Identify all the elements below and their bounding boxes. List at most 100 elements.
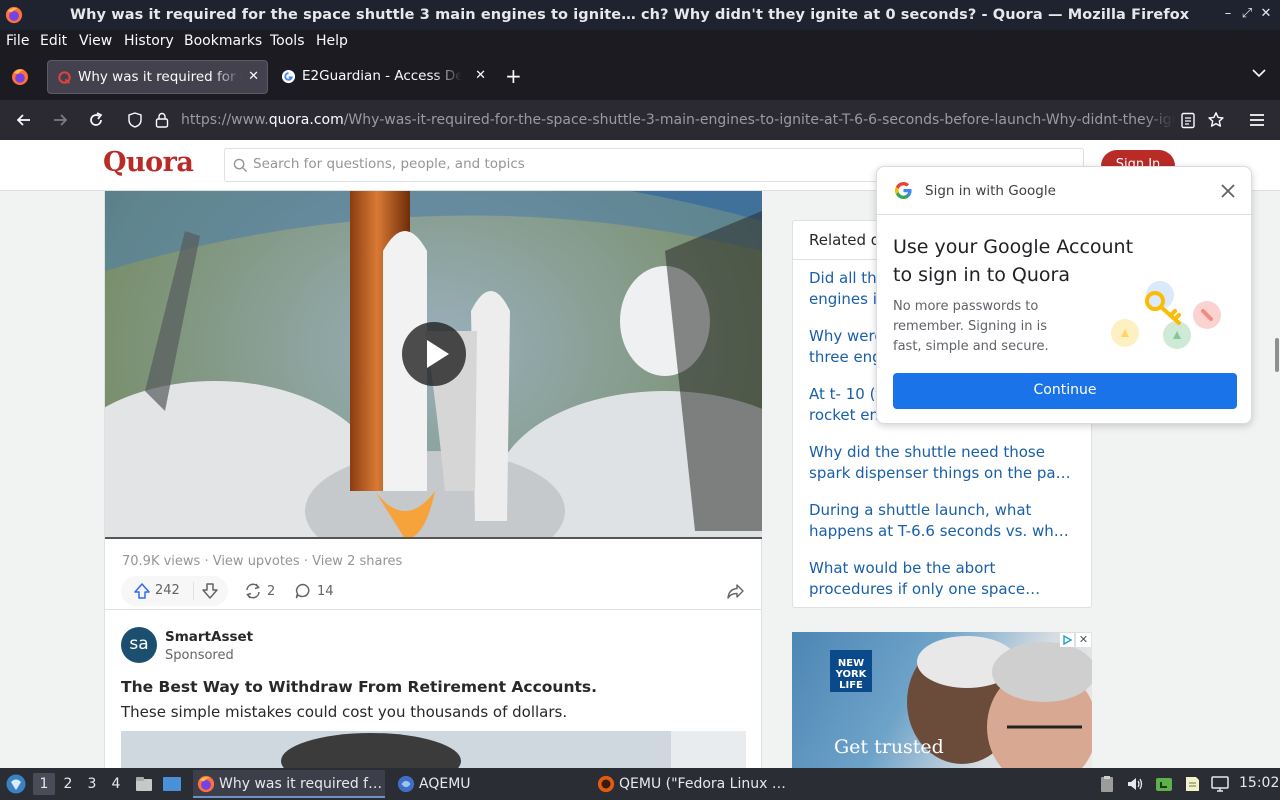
tab-quora[interactable]: Why was it required for the space shuttl… [47, 60, 268, 94]
url-domain: quora.com [268, 112, 344, 128]
menu-view[interactable]: View [79, 33, 112, 49]
video-progress-bar[interactable] [105, 537, 762, 539]
bookmark-star-icon[interactable] [1207, 111, 1225, 129]
menu-history[interactable]: History [124, 33, 174, 49]
tab-e2guardian[interactable]: E2Guardian - Access Denied ✕ [272, 60, 494, 94]
clipboard-icon[interactable] [1098, 775, 1116, 793]
firefox-view-icon[interactable] [10, 67, 30, 87]
vote-divider [193, 582, 194, 600]
volume-icon[interactable] [1126, 775, 1144, 793]
quora-favicon-icon [58, 71, 71, 84]
start-menu-icon[interactable] [5, 773, 27, 795]
tab-label: Why was it required for the space shuttl… [78, 69, 242, 85]
question-line: procedures if only one space… [809, 580, 1041, 598]
tab-close-icon[interactable]: ✕ [475, 68, 486, 83]
sponsor-avatar[interactable]: sa [121, 627, 157, 663]
task-aqemu[interactable]: AQEMU [393, 770, 583, 798]
menu-edit[interactable]: Edit [40, 33, 67, 49]
popup-header-text: Sign in with Google [925, 183, 1056, 199]
popup-description: No more passwords to remember. Signing i… [893, 299, 1049, 354]
post-actions: 242 2 14 [105, 573, 762, 610]
url-text[interactable]: https://www.quora.com/Why-was-it-require… [181, 112, 1175, 128]
search-icon [233, 158, 248, 173]
key-illustration-icon [1111, 281, 1221, 349]
menu-file[interactable]: File [6, 33, 29, 49]
reshare-icon[interactable] [244, 582, 262, 600]
new-tab-icon[interactable]: + [505, 64, 522, 88]
ad-title[interactable]: The Best Way to Withdraw From Retirement… [121, 678, 597, 696]
url-path: /Why-was-it-required-for-the-space-shutt… [343, 112, 1175, 128]
ad-image[interactable] [121, 731, 746, 771]
reload-icon[interactable] [86, 110, 106, 130]
workspace-1[interactable]: 1 [33, 773, 55, 795]
menu-help[interactable]: Help [316, 33, 348, 49]
maximize-icon[interactable]: ⤢ [1239, 6, 1255, 22]
question-line: spark dispenser things on the pa… [809, 464, 1071, 482]
continue-button[interactable]: Continue [893, 373, 1237, 409]
url-bar[interactable]: https://www.quora.com/Why-was-it-require… [118, 104, 1238, 136]
ad-image-graphic [121, 731, 746, 771]
notes-icon[interactable] [1183, 775, 1201, 793]
hamburger-menu-icon[interactable] [1247, 110, 1267, 130]
post-stats[interactable]: 70.9K views · View upvotes · View 2 shar… [122, 554, 402, 569]
comment-count: 14 [317, 584, 334, 599]
post-card: 70.9K views · View upvotes · View 2 shar… [104, 191, 762, 771]
upvote-icon[interactable] [133, 582, 151, 600]
tab-label: E2Guardian - Access Denied [302, 68, 462, 84]
aqemu-icon [397, 775, 415, 793]
play-button[interactable] [402, 322, 466, 386]
close-icon[interactable] [1219, 182, 1237, 200]
task-label: AQEMU [419, 776, 471, 792]
popup-header: Sign in with Google [877, 167, 1251, 215]
related-question-link[interactable]: During a shuttle launch, what happens at … [809, 500, 1077, 542]
page-scrollbar[interactable] [1275, 338, 1279, 372]
tab-close-icon[interactable]: ✕ [248, 69, 259, 84]
chevron-down-icon[interactable] [1252, 68, 1266, 78]
lock-icon[interactable] [154, 111, 170, 129]
reader-view-icon[interactable] [1180, 112, 1196, 129]
quora-logo[interactable]: Quora [103, 147, 194, 178]
task-label: Why was it required f… [219, 776, 383, 792]
workspace-2[interactable]: 2 [57, 773, 79, 795]
tab-strip: Why was it required for the space shuttl… [0, 54, 1280, 100]
task-firefox[interactable]: Why was it required f… [193, 770, 385, 798]
shield-icon[interactable] [126, 111, 144, 129]
menu-tools[interactable]: Tools [270, 33, 305, 49]
ad-close-icon[interactable]: ✕ [1076, 633, 1091, 647]
side-ad-banner[interactable]: NEW YORK LIFE Get trusted ✕ [792, 632, 1092, 770]
show-desktop-icon[interactable] [162, 775, 182, 793]
downvote-icon[interactable] [201, 582, 219, 600]
menu-bookmarks[interactable]: Bookmarks [184, 33, 262, 49]
sponsor-name[interactable]: SmartAsset [165, 629, 253, 645]
workspace-4[interactable]: 4 [105, 773, 127, 795]
question-line: During a shuttle launch, what [809, 501, 1032, 519]
video-player[interactable] [105, 191, 762, 539]
workspace-3[interactable]: 3 [81, 773, 103, 795]
question-line: Why did the shuttle need those [809, 443, 1045, 461]
google-favicon-icon [281, 69, 296, 84]
nav-bar: https://www.quora.com/Why-was-it-require… [0, 100, 1280, 140]
ad-subtitle: These simple mistakes could cost you tho… [121, 703, 568, 721]
back-icon[interactable] [14, 110, 34, 130]
display-icon[interactable] [1211, 775, 1229, 793]
google-logo-icon [894, 181, 912, 200]
related-question-link[interactable]: Why did the shuttle need those spark disp… [809, 442, 1077, 484]
question-line: What would be the abort [809, 559, 996, 577]
close-window-icon[interactable]: ✕ [1258, 6, 1274, 22]
share-icon[interactable] [726, 582, 745, 600]
url-prefix: https://www. [181, 112, 269, 128]
sponsored-label: Sponsored [165, 648, 234, 663]
task-qemu[interactable]: QEMU ("Fedora Linux … [593, 770, 793, 798]
comment-icon[interactable] [294, 582, 312, 600]
forward-icon[interactable] [50, 110, 70, 130]
network-manager-icon[interactable] [1155, 775, 1173, 793]
reshare-count: 2 [267, 584, 276, 599]
new-york-life-logo: NEW YORK LIFE [830, 650, 872, 692]
adchoices-icon[interactable] [1060, 633, 1074, 647]
file-manager-icon[interactable] [135, 775, 153, 793]
minimize-icon[interactable]: – [1220, 6, 1236, 22]
related-question-link[interactable]: What would be the abort procedures if onl… [809, 558, 1077, 600]
ad-headline: Get trusted [834, 736, 944, 758]
clock[interactable]: 15:02 [1239, 775, 1279, 791]
firefox-icon [5, 6, 23, 24]
